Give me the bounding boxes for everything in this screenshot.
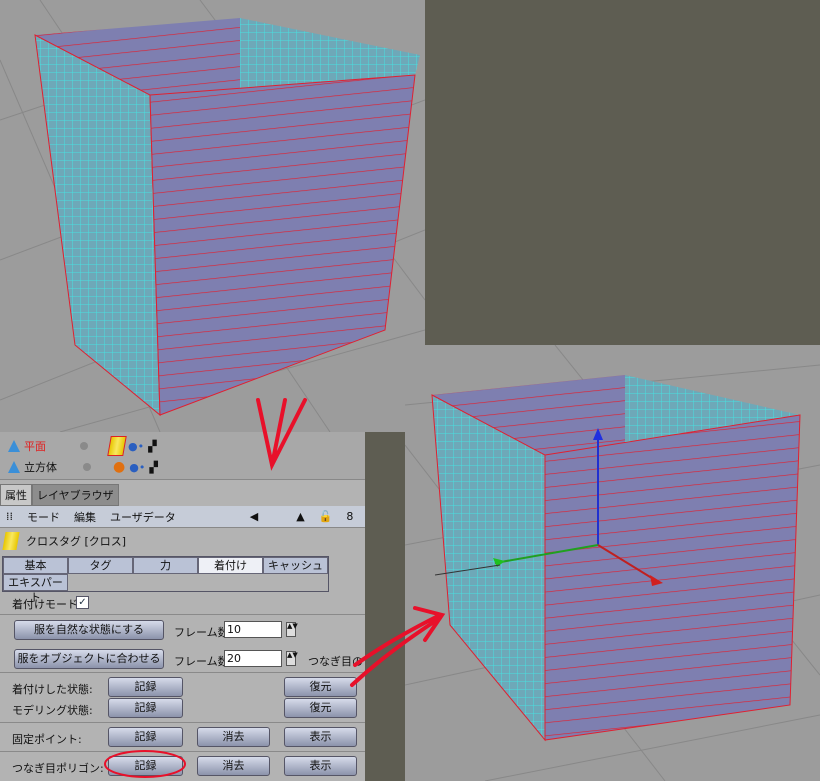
texture-tag-icon[interactable]: ▞ <box>149 461 157 474</box>
texture-tag-icon[interactable]: ▞ <box>148 440 156 453</box>
molecule-tag-icon[interactable]: ●• <box>129 461 145 474</box>
object-manager: 平面 ●• ▞ 立方体 ● ●• ▞ <box>0 432 365 480</box>
frames-label: フレーム数 <box>174 655 229 668</box>
modeling-record-button[interactable]: 記録 <box>108 698 183 718</box>
subtab-expert[interactable]: エキスパート <box>3 574 68 604</box>
tag-title: クロスタグ [クロス] <box>26 535 127 548</box>
object-name: 平面 <box>24 440 46 453</box>
visibility-dot-icon[interactable] <box>80 442 88 450</box>
menu-mode[interactable]: モード <box>27 509 60 525</box>
subtab-bar: 基本 タグ 力 着付け キャッシュ エキスパート <box>2 556 329 604</box>
subtab-force[interactable]: 力 <box>133 557 198 574</box>
lock-icon[interactable]: 🔓 <box>319 510 333 523</box>
seam-clear-button[interactable]: 消去 <box>197 756 270 776</box>
molecule-tag-icon[interactable]: ●• <box>128 440 144 453</box>
frames-spinner-2[interactable]: ▲▼ <box>286 651 298 666</box>
dress-mode-label: 着付けモード <box>12 598 78 611</box>
subtab-tag[interactable]: タグ <box>68 557 133 574</box>
fixed-show-button[interactable]: 表示 <box>284 727 357 747</box>
dress-mode-checkbox[interactable]: ✓ <box>76 596 89 609</box>
seam-show-button[interactable]: 表示 <box>284 756 357 776</box>
fixed-points-label: 固定ポイント: <box>12 733 82 746</box>
cube-before <box>0 0 425 432</box>
visibility-dot-icon[interactable] <box>83 463 91 471</box>
link-icon[interactable]: 8 <box>346 510 353 523</box>
frames-input-2[interactable]: 20 <box>224 650 282 667</box>
object-cube[interactable]: 立方体 ● ●• ▞ <box>8 458 158 476</box>
up-arrow-icon[interactable]: ▲ <box>296 510 304 523</box>
seam-record-button[interactable]: 記録 <box>108 756 183 776</box>
subtab-cache[interactable]: キャッシュ <box>263 557 328 574</box>
subtab-basic[interactable]: 基本 <box>3 557 68 574</box>
back-arrow-icon[interactable]: ◀ <box>250 510 258 523</box>
subtab-dress[interactable]: 着付け <box>198 557 263 574</box>
frames-input-1[interactable]: 10 <box>224 621 282 638</box>
viewport-after[interactable] <box>405 345 820 781</box>
empty-area <box>425 0 820 345</box>
attribute-menubar: ⁞⁞ モード 編集 ユーザデータ ◀ ▲ 🔓 8 <box>0 506 365 528</box>
cube-icon <box>8 461 20 473</box>
tab-attributes[interactable]: 属性 <box>0 484 32 506</box>
menu-userdata[interactable]: ユーザデータ <box>110 509 176 525</box>
cube-after <box>405 345 820 781</box>
modeling-restore-button[interactable]: 復元 <box>284 698 357 718</box>
attribute-panel: 平面 ●• ▞ 立方体 ● ●• ▞ 属性 レイヤブラウザ ⁞⁞ モード 編集 ユーザデー… <box>0 432 365 781</box>
tag-header: クロスタグ [クロス] <box>2 532 127 550</box>
tab-layer-browser[interactable]: レイヤブラウザ <box>32 484 119 506</box>
grip-icon[interactable]: ⁞⁞ <box>6 510 13 523</box>
modeling-state-label: モデリング状態: <box>12 704 93 717</box>
object-name: 立方体 <box>24 461 57 474</box>
dressed-record-button[interactable]: 記録 <box>108 677 183 697</box>
plane-icon <box>8 440 20 452</box>
seam-label-cut: つなぎ目の <box>308 655 363 668</box>
object-plane[interactable]: 平面 ●• ▞ <box>8 436 157 456</box>
cloth-tag-icon <box>2 532 20 550</box>
seam-polygons-label: つなぎ目ポリゴン: <box>12 762 104 775</box>
fixed-clear-button[interactable]: 消去 <box>197 727 270 747</box>
relax-cloth-button[interactable]: 服を自然な状態にする <box>14 620 164 640</box>
dressed-state-label: 着付けした状態: <box>12 683 93 696</box>
cloth-tag-icon[interactable] <box>107 436 127 456</box>
frames-spinner-1[interactable]: ▲▼ <box>286 622 298 637</box>
dressed-restore-button[interactable]: 復元 <box>284 677 357 697</box>
viewport-before[interactable] <box>0 0 425 432</box>
fixed-record-button[interactable]: 記録 <box>108 727 183 747</box>
menu-edit[interactable]: 編集 <box>74 509 96 525</box>
frames-label: フレーム数 <box>174 626 229 639</box>
fit-to-object-button[interactable]: 服をオブジェクトに合わせる <box>14 649 164 669</box>
collider-tag-icon[interactable]: ● <box>113 459 125 475</box>
